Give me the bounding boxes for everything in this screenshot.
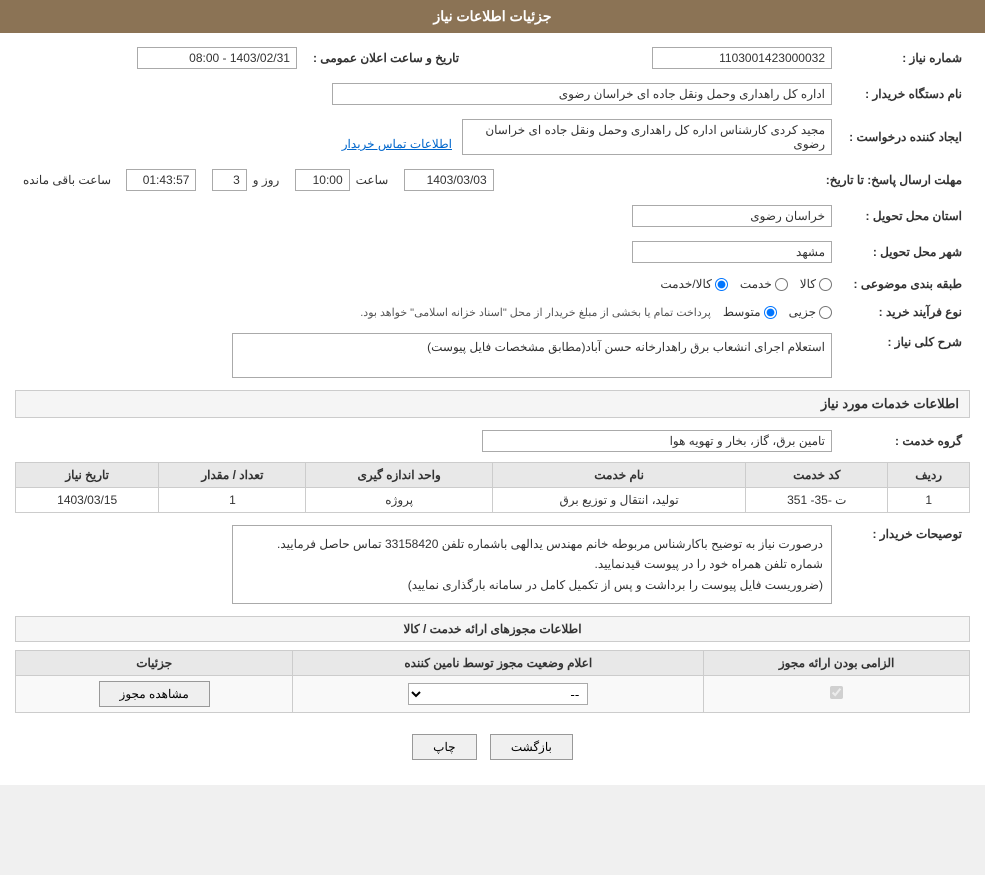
deadline-date: 1403/03/03	[404, 169, 494, 191]
deadline-time-label: ساعت	[356, 173, 389, 187]
perm-col-required: الزامی بودن ارائه مجوز	[704, 651, 970, 676]
purchase-radio-motawaset[interactable]	[764, 306, 777, 319]
cell-code: ت -35- 351	[746, 488, 888, 513]
cell-name: تولید، انتقال و توزیع برق	[492, 488, 745, 513]
cell-unit: پروژه	[306, 488, 492, 513]
buyer-org-label: نام دستگاه خریدار :	[840, 79, 970, 109]
perm-status-cell[interactable]: --	[293, 676, 704, 713]
perm-col-detail: جزئیات	[16, 651, 293, 676]
city-value: مشهد	[632, 241, 832, 263]
creator-value: مجید کردی کارشناس اداره کل راهداری وحمل …	[462, 119, 832, 155]
category-option-2[interactable]: خدمت	[740, 277, 788, 291]
purchase-radio-jozi[interactable]	[819, 306, 832, 319]
purchase-type-note: پرداخت تمام یا بخشی از مبلغ خریدار از مح…	[360, 306, 711, 319]
cell-qty: 1	[159, 488, 306, 513]
perm-required-cell	[704, 676, 970, 713]
category-label: طبقه بندی موضوعی :	[840, 273, 970, 295]
category-option-1[interactable]: کالا	[800, 277, 832, 291]
deadline-days: 3	[212, 169, 247, 191]
province-value: خراسان رضوی	[632, 205, 832, 227]
province-label: استان محل تحویل :	[840, 201, 970, 231]
buyer-notes-line1: درصورت نیاز به توضیح باکارشناس مربوطه خا…	[241, 534, 823, 554]
perm-detail-cell[interactable]: مشاهده مجوز	[16, 676, 293, 713]
purchase-label-motawaset: متوسط	[723, 305, 761, 319]
buyer-notes-label: توصیحات خریدار :	[840, 521, 970, 608]
creator-label: ایجاد کننده درخواست :	[840, 115, 970, 159]
city-label: شهر محل تحویل :	[840, 237, 970, 267]
back-button[interactable]: بازگشت	[490, 734, 573, 760]
buyer-notes-line3: (ضروریست فایل پیوست را برداشت و پس از تک…	[241, 575, 823, 595]
category-option-3[interactable]: کالا/خدمت	[660, 277, 727, 291]
permissions-table: الزامی بودن ارائه مجوز اعلام وضعیت مجوز …	[15, 650, 970, 713]
service-group-value: تامین برق، گاز، بخار و تهویه هوا	[482, 430, 832, 452]
announce-value: 1403/02/31 - 08:00	[137, 47, 297, 69]
buyer-notes-box: درصورت نیاز به توضیح باکارشناس مربوطه خا…	[232, 525, 832, 604]
need-number-label: شماره نیاز :	[840, 43, 970, 73]
creator-contact-link[interactable]: اطلاعات تماس خریدار	[342, 137, 452, 151]
category-label-both: کالا/خدمت	[660, 277, 711, 291]
announce-label: تاریخ و ساعت اعلان عمومی :	[305, 43, 467, 73]
deadline-day-label: روز و	[253, 173, 280, 187]
purchase-type-label: نوع فرآیند خرید :	[840, 301, 970, 323]
buyer-org-value: اداره کل راهداری وحمل ونقل جاده ای خراسا…	[332, 83, 832, 105]
deadline-label: مهلت ارسال پاسخ: تا تاریخ:	[818, 165, 970, 195]
permissions-section-title: اطلاعات مجوزهای ارائه خدمت / کالا	[15, 616, 970, 642]
service-group-label: گروه خدمت :	[840, 426, 970, 456]
col-date: تاریخ نیاز	[16, 463, 159, 488]
services-section-title: اطلاعات خدمات مورد نیاز	[15, 390, 970, 418]
category-label-khedmat: خدمت	[740, 277, 772, 291]
footer-buttons: بازگشت چاپ	[15, 719, 970, 775]
need-number-value: 1103001423000032	[652, 47, 832, 69]
perm-col-status: اعلام وضعیت مجوز توسط نامین کننده	[293, 651, 704, 676]
view-permit-button[interactable]: مشاهده مجوز	[99, 681, 210, 707]
col-qty: تعداد / مقدار	[159, 463, 306, 488]
page-title: جزئیات اطلاعات نیاز	[433, 8, 551, 24]
services-table: ردیف کد خدمت نام خدمت واحد اندازه گیری ت…	[15, 462, 970, 513]
deadline-remaining-label: ساعت باقی مانده	[23, 173, 111, 187]
purchase-label-jozi: جزیی	[789, 305, 816, 319]
description-label: شرح کلی نیاز :	[840, 329, 970, 382]
col-name: نام خدمت	[492, 463, 745, 488]
page-header: جزئیات اطلاعات نیاز	[0, 0, 985, 33]
category-radio-kala[interactable]	[819, 278, 832, 291]
category-radio-both[interactable]	[715, 278, 728, 291]
table-row: 1 ت -35- 351 تولید، انتقال و توزیع برق پ…	[16, 488, 970, 513]
col-row: ردیف	[888, 463, 970, 488]
deadline-remaining: 01:43:57	[126, 169, 196, 191]
category-label-kala: کالا	[800, 277, 816, 291]
category-radio-khedmat[interactable]	[775, 278, 788, 291]
print-button[interactable]: چاپ	[412, 734, 476, 760]
cell-row: 1	[888, 488, 970, 513]
perm-required-checkbox	[830, 686, 843, 699]
col-code: کد خدمت	[746, 463, 888, 488]
buyer-notes-line2: شماره تلفن همراه خود را در پیوست قیدنمای…	[241, 554, 823, 574]
purchase-type-jozi[interactable]: جزیی	[789, 305, 832, 319]
purchase-type-motawaset[interactable]: متوسط	[723, 305, 777, 319]
perm-status-select[interactable]: --	[408, 683, 588, 705]
deadline-time: 10:00	[295, 169, 350, 191]
description-value: استعلام اجرای انشعاب برق راهدارخانه حسن …	[232, 333, 832, 378]
cell-date: 1403/03/15	[16, 488, 159, 513]
col-unit: واحد اندازه گیری	[306, 463, 492, 488]
